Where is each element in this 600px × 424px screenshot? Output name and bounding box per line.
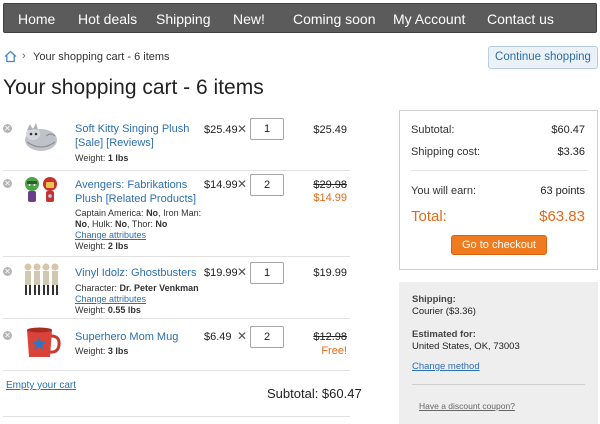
- weight-value: 3 lbs: [107, 346, 129, 356]
- row-divider: [3, 318, 350, 319]
- weight-value: 2 lbs: [107, 241, 129, 251]
- top-nav: Home Hot deals Shipping New! Coming soon…: [3, 3, 597, 33]
- times-icon: ✕: [237, 177, 248, 191]
- product-attributes: Captain America: No, Iron Man: No, Hulk:…: [75, 208, 210, 252]
- row-divider: [3, 170, 350, 171]
- nav-home[interactable]: Home: [18, 11, 55, 27]
- nav-shipping[interactable]: Shipping: [156, 11, 211, 27]
- product-attributes: Character: Dr. Peter Venkman Change attr…: [75, 283, 210, 316]
- nav-new[interactable]: New!: [233, 11, 265, 27]
- shipping-panel: Shipping: Courier ($3.36) Estimated for:…: [399, 282, 598, 424]
- change-attributes-link[interactable]: Change attributes: [75, 230, 146, 240]
- times-icon: ✕: [237, 265, 248, 279]
- quantity-input[interactable]: 1: [250, 118, 284, 140]
- checkout-button[interactable]: Go to checkout: [451, 235, 547, 255]
- row-divider: [3, 256, 350, 257]
- product-name-link[interactable]: Superhero Mom Mug: [75, 330, 200, 344]
- home-icon[interactable]: [4, 50, 17, 63]
- line-total-free: Free!: [321, 345, 347, 357]
- character-value: Dr. Peter Venkman: [119, 283, 199, 293]
- unit-price: $6.49: [204, 331, 232, 343]
- quantity-input[interactable]: 1: [250, 262, 284, 284]
- nav-my-account[interactable]: My Account: [393, 11, 465, 27]
- shipping-method: Courier ($3.36): [412, 306, 476, 317]
- breadcrumb-separator: ›: [22, 50, 26, 62]
- attr-label: Captain America:: [75, 208, 144, 218]
- nav-hot-deals[interactable]: Hot deals: [78, 11, 137, 27]
- remove-item-icon[interactable]: ✕: [3, 267, 12, 276]
- points-value: 63 points: [540, 185, 585, 197]
- cart-subtotal: Subtotal: $60.47: [267, 386, 362, 401]
- times-icon: ✕: [237, 329, 248, 343]
- remove-item-icon[interactable]: ✕: [3, 331, 12, 340]
- row-divider: [3, 370, 350, 371]
- line-total: $25.49: [313, 124, 347, 136]
- quantity-input[interactable]: 2: [250, 326, 284, 348]
- weight-value: 0.55 lbs: [107, 305, 141, 315]
- change-method-link[interactable]: Change method: [412, 361, 480, 372]
- total-value: $63.83: [539, 208, 585, 225]
- estimated-location: United States, OK, 73003: [412, 341, 520, 352]
- empty-cart-link[interactable]: Empty your cart: [6, 380, 76, 391]
- discount-coupon-link[interactable]: Have a discount coupon?: [419, 401, 515, 411]
- unit-price: $19.99: [204, 267, 238, 279]
- remove-item-icon[interactable]: ✕: [3, 179, 12, 188]
- attr-value: No: [155, 219, 168, 229]
- line-total: $19.99: [313, 267, 347, 279]
- times-icon: ✕: [237, 122, 248, 136]
- attr-value: No: [146, 208, 159, 218]
- old-line-total: $29.98: [313, 179, 347, 191]
- subtotal-value: $60.47: [551, 124, 585, 136]
- line-total: $14.99: [313, 192, 347, 204]
- weight-label: Weight:: [75, 241, 106, 251]
- product-thumbnail[interactable]: [21, 262, 61, 296]
- product-name-link[interactable]: Soft Kitty Singing Plush [Sale] [Reviews…: [75, 122, 200, 150]
- shipping-cost-label: Shipping cost:: [411, 146, 481, 158]
- unit-price: $14.99: [204, 179, 238, 191]
- attr-value: No: [115, 219, 128, 229]
- product-name-link[interactable]: Vinyl Idolz: Ghostbusters: [75, 266, 200, 280]
- breadcrumb-current: Your shopping cart - 6 items: [33, 51, 170, 63]
- nav-coming-soon[interactable]: Coming soon: [293, 11, 376, 27]
- continue-shopping-button[interactable]: Continue shopping: [488, 46, 598, 69]
- page-title: Your shopping cart - 6 items: [3, 76, 264, 99]
- product-weight: Weight: 1 lbs: [75, 153, 210, 164]
- product-thumbnail[interactable]: [21, 175, 61, 209]
- order-summary: Subtotal: $60.47 Shipping cost: $3.36 Yo…: [399, 110, 598, 270]
- product-weight: Weight: 3 lbs: [75, 346, 210, 357]
- weight-label: Weight:: [75, 346, 106, 356]
- estimated-heading: Estimated for:: [412, 329, 476, 340]
- points-label: You will earn:: [411, 185, 477, 197]
- product-thumbnail[interactable]: [21, 122, 61, 156]
- unit-price: $25.49: [204, 124, 238, 136]
- weight-label: Weight:: [75, 305, 106, 315]
- quantity-input[interactable]: 2: [250, 174, 284, 196]
- divider: [411, 170, 587, 171]
- shipping-cost-value: $3.36: [557, 146, 585, 158]
- attr-label: Hulk:: [92, 219, 113, 229]
- product-thumbnail[interactable]: [21, 326, 61, 360]
- weight-label: Weight:: [75, 153, 106, 163]
- total-label: Total:: [411, 208, 447, 225]
- weight-value: 1 lbs: [107, 153, 129, 163]
- divider: [3, 416, 350, 417]
- divider: [412, 384, 585, 385]
- attr-label: Thor:: [131, 219, 153, 229]
- old-line-total: $12.98: [313, 331, 347, 343]
- character-label: Character:: [75, 283, 118, 293]
- change-attributes-link[interactable]: Change attributes: [75, 294, 146, 304]
- attr-label: Iron Man:: [163, 208, 202, 218]
- attr-value: No: [75, 219, 87, 229]
- nav-contact-us[interactable]: Contact us: [487, 11, 554, 27]
- remove-item-icon[interactable]: ✕: [3, 124, 12, 133]
- subtotal-label: Subtotal:: [411, 124, 455, 136]
- product-name-link[interactable]: Avengers: Fabrikations Plush [Related Pr…: [75, 178, 200, 206]
- shipping-heading: Shipping:: [412, 294, 456, 305]
- attribute-values: Captain America: No, Iron Man: No, Hulk:…: [75, 208, 202, 229]
